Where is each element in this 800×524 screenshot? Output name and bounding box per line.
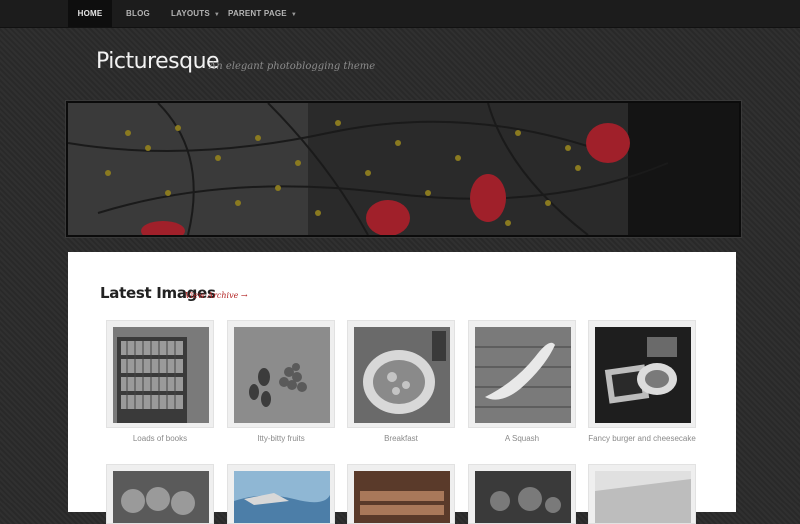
- nav-item-label: PARENT PAGE: [228, 9, 287, 18]
- thumbnail-caption[interactable]: Itty-bitty fruits: [227, 434, 335, 443]
- gallery-thumbnail[interactable]: [106, 464, 214, 524]
- gallery-thumbnail[interactable]: [106, 320, 214, 428]
- thumbnail-caption[interactable]: A Squash: [468, 434, 576, 443]
- nav-item-home[interactable]: HOME: [68, 0, 112, 27]
- thumbnail-image: [234, 471, 330, 523]
- nav-item-layouts[interactable]: LAYOUTS ▼: [171, 0, 220, 27]
- nav-item-parent-page[interactable]: PARENT PAGE ▼: [228, 0, 297, 27]
- nav-item-label: BLOG: [126, 9, 150, 18]
- thumbnail-image: [354, 327, 450, 423]
- top-navigation: HOME BLOG LAYOUTS ▼ PARENT PAGE ▼: [0, 0, 800, 28]
- nav-item-blog[interactable]: BLOG: [126, 0, 150, 27]
- gallery-thumbnail[interactable]: [347, 320, 455, 428]
- thumbnail-caption[interactable]: Fancy burger and cheesecake: [588, 434, 696, 443]
- content-panel: Latest Images View Archive → Loads of bo…: [68, 252, 736, 524]
- gallery-thumbnail[interactable]: [227, 320, 335, 428]
- header-banner-image: [66, 101, 741, 237]
- gallery-thumbnail[interactable]: [588, 320, 696, 428]
- thumbnail-image: [354, 471, 450, 523]
- gallery-thumbnail[interactable]: [227, 464, 335, 524]
- thumbnail-image: [475, 327, 571, 423]
- gallery-thumbnail[interactable]: [588, 464, 696, 524]
- thumbnail-caption[interactable]: Breakfast: [347, 434, 455, 443]
- thumbnail-image: [234, 327, 330, 423]
- thumbnail-image: [113, 327, 209, 423]
- caret-down-icon: ▼: [213, 12, 221, 18]
- caret-down-icon: ▼: [290, 12, 297, 18]
- thumbnail-image: [475, 471, 571, 523]
- site-title[interactable]: Picturesque: [96, 49, 220, 74]
- thumbnail-image: [113, 471, 209, 523]
- nav-item-label: HOME: [77, 9, 103, 18]
- gallery-thumbnail[interactable]: [347, 464, 455, 524]
- gallery-thumbnail[interactable]: [468, 320, 576, 428]
- gallery-thumbnail[interactable]: [468, 464, 576, 524]
- site-tagline: An elegant photoblogging theme: [209, 61, 376, 72]
- thumbnail-image: [595, 327, 691, 423]
- thumbnail-caption[interactable]: Loads of books: [106, 434, 214, 443]
- nav-item-label: LAYOUTS: [171, 9, 210, 18]
- thumbnail-image: [595, 471, 691, 523]
- view-archive-link[interactable]: View Archive →: [185, 291, 248, 300]
